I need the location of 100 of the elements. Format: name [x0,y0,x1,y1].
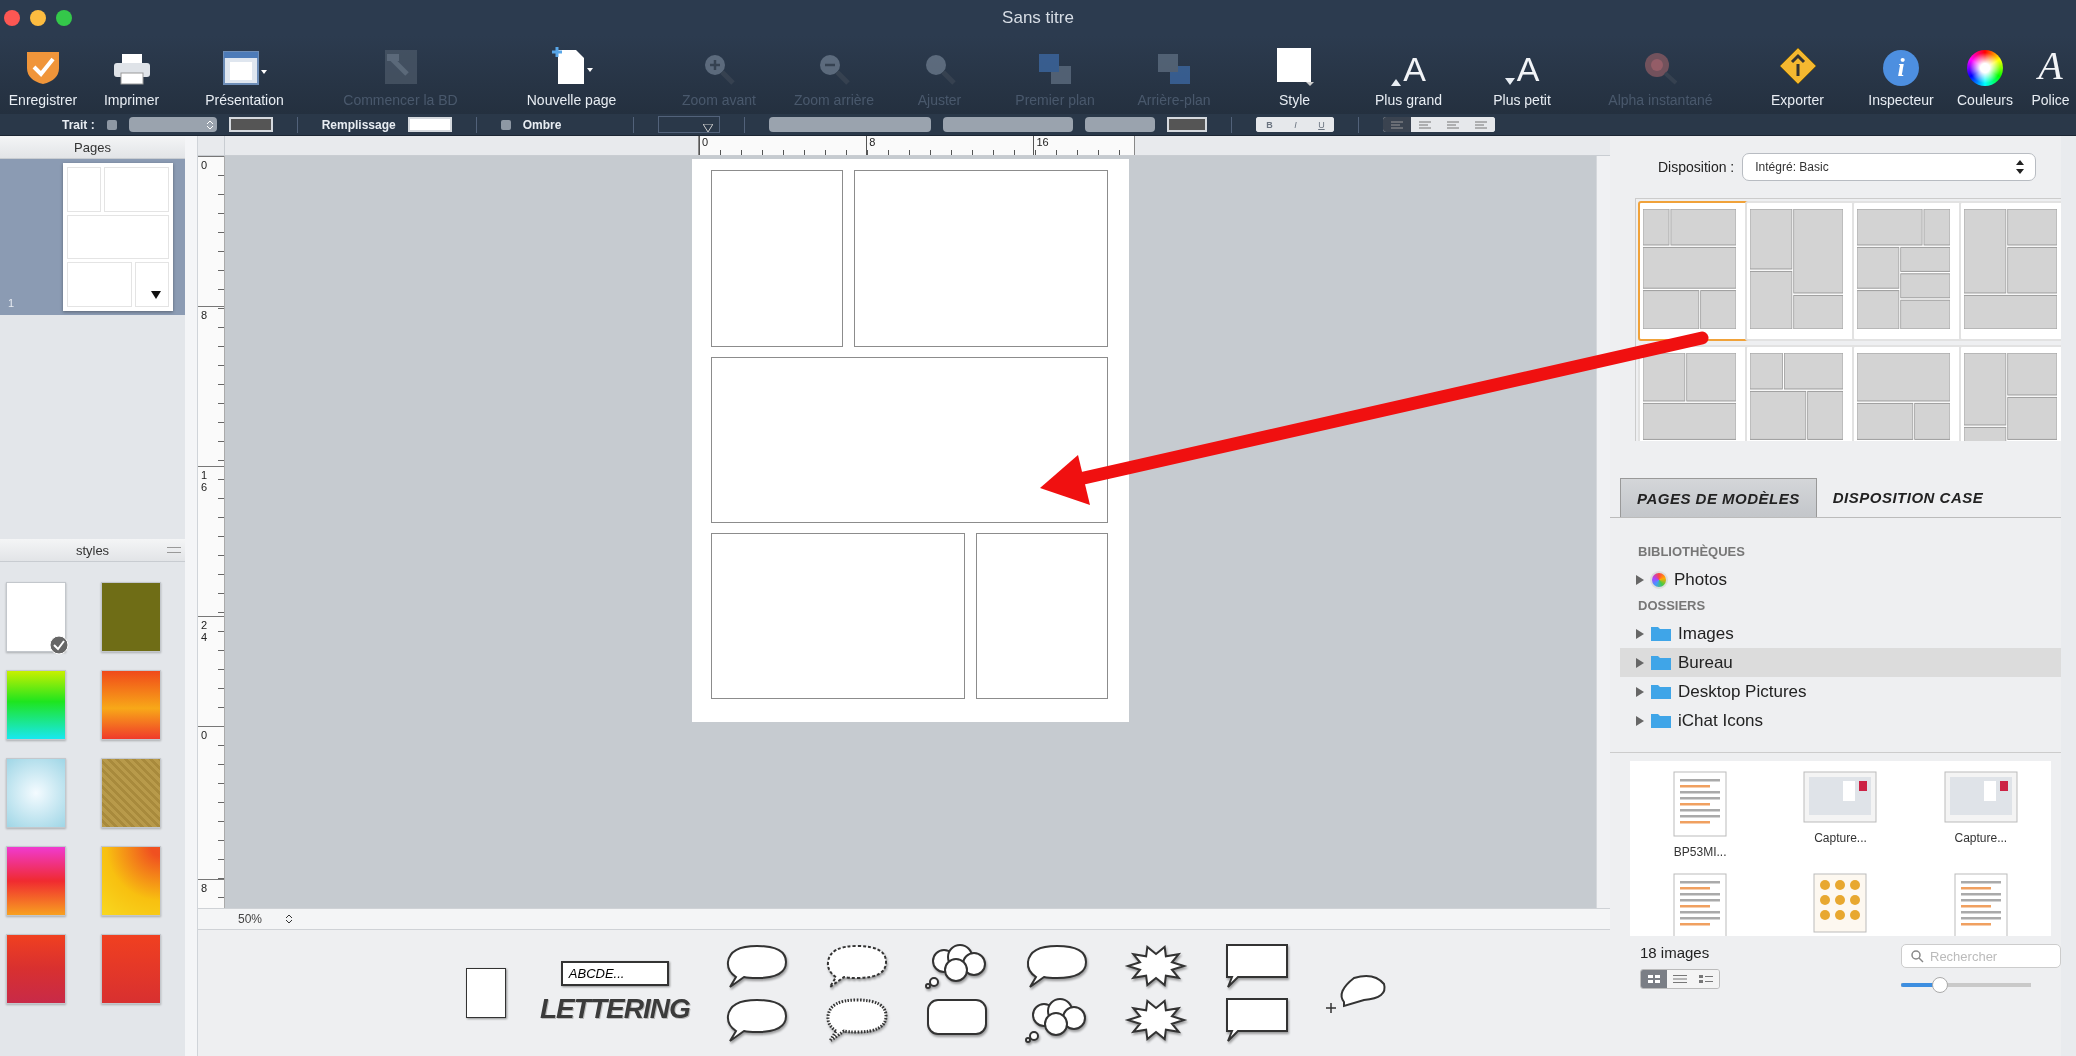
source-item[interactable]: Photos [1620,565,2061,594]
scrollbar[interactable] [1596,156,1610,908]
view-mode-button[interactable] [1693,970,1719,988]
updown-arrows-icon [2015,159,2026,175]
zoom-dropdown[interactable]: 50% [238,912,293,926]
toolbar-button[interactable]: Couleurs [1945,36,2025,114]
document-thumbnail[interactable] [1953,873,2008,936]
source-item[interactable]: Images [1620,619,2061,648]
folder-icon [1650,654,1672,671]
file-name: Capture... [1814,831,1867,845]
layout-dropdown[interactable]: Intégré: Basic [1742,153,2037,181]
align-icon [1419,120,1432,129]
thumbnail-panel [135,262,169,307]
speech-bubble-icon[interactable] [1223,943,1290,989]
view-mode-button[interactable] [1667,970,1693,988]
screenshot-thumbnail[interactable] [1943,771,2018,823]
font-size-stepper[interactable] [1085,117,1156,132]
source-item[interactable]: iChat Icons [1620,706,2061,735]
toolbar-button[interactable]: A Plus petit [1461,36,1583,114]
section-heading: BIBLIOTHÈQUES [1637,544,1746,559]
style-swatch[interactable] [6,846,66,916]
stroke-checkbox[interactable] [106,119,117,130]
text-color-well[interactable] [1167,117,1208,132]
shadow-checkbox[interactable] [500,119,511,130]
source-item[interactable]: Bureau [1620,648,2061,677]
style-swatch[interactable] [101,670,161,740]
document-thumbnail[interactable] [1673,873,1728,936]
square-icon [1274,46,1315,86]
toolbar-button[interactable]: Nouvelle page [489,36,654,114]
grid-view-icon [1647,974,1661,984]
folder-icon [1650,683,1672,700]
screenshot-thumbnail[interactable] [1803,771,1878,823]
toolbar-button[interactable]: Imprimer [86,36,177,114]
style-swatch[interactable] [6,934,66,1004]
style-swatch[interactable] [6,758,66,828]
grip-icon[interactable] [167,547,181,553]
document-thumbnail[interactable] [1813,873,1868,933]
toolbar-button[interactable]: Présentation [177,36,312,114]
layout-label: Disposition : [1658,159,1735,175]
window-control-icon[interactable] [4,10,20,26]
source-item[interactable]: Desktop Pictures [1620,677,2061,706]
align-icon [1475,120,1488,129]
view-mode-button[interactable] [1641,970,1667,988]
file-name: BP53MI... [1673,845,1727,859]
section-heading: DOSSIERS [1637,598,1707,613]
folder-icon [1650,712,1672,729]
style-swatch[interactable] [101,582,161,652]
stroke-color-well[interactable] [228,117,273,132]
shadow-label: Ombre [522,117,562,132]
align-icon [1447,120,1460,129]
window-control-icon[interactable] [56,10,72,26]
ruler-label: 8 [201,310,208,322]
thumbnail-panel [67,167,101,212]
window-icon [221,50,268,86]
ruler-label: 24 [201,620,208,644]
panel-title: Pages [74,139,111,155]
style-swatch[interactable] [6,582,66,652]
toolbar-button[interactable]: Enregistrer [0,36,86,114]
align-button[interactable] [1383,117,1412,132]
panel-tab[interactable]: DISPOSITION CASE [1816,478,2000,517]
color-wheel-icon [1967,50,2003,86]
toolbar-button[interactable]: Style [1233,36,1356,114]
text-box-shape[interactable]: ABCDE... [560,961,669,987]
toolbar-button[interactable]: Exporter [1738,36,1857,114]
fill-label: Remplissage [321,117,396,132]
check-icon [49,635,69,655]
toolbar-button[interactable]: A Police [2025,36,2076,114]
stepper-arrows-icon [206,119,213,130]
thumbnail-panel [67,262,133,307]
document-thumbnail[interactable] [1673,771,1728,837]
window-control-icon[interactable] [30,10,46,26]
caret-icon[interactable] [151,291,161,299]
style-swatch[interactable] [101,758,161,828]
toolbar-button[interactable]: i Inspecteur [1857,36,1945,114]
fill-color-well[interactable] [407,117,452,132]
panel-shape[interactable] [466,968,506,1018]
slider-thumb[interactable] [1932,977,1948,993]
toolbar-button[interactable]: A Plus grand [1356,36,1461,114]
ruler-label: 8 [201,883,208,895]
style-swatch[interactable] [6,670,66,740]
align-icon [1391,120,1404,129]
speech-bubble-icon[interactable] [1223,997,1290,1043]
lettering-shape[interactable]: LETTERING [540,994,690,1025]
speech-bubble-icon[interactable] [823,997,890,1043]
triangle-down-icon [703,124,714,132]
ruler-label: 0 [201,160,208,172]
signpost-icon [1777,46,1818,86]
style-swatch[interactable] [101,934,161,1004]
new-page-icon [549,46,594,86]
style-swatch[interactable] [101,846,161,916]
view-mode-switch[interactable] [1640,969,1720,989]
line-style-dropdown[interactable] [658,116,721,133]
panel-tab[interactable]: PAGES DE MODÈLES [1620,478,1817,517]
zoom-in-icon [702,52,736,86]
search-icon [1911,950,1924,963]
thumbnail-panel [103,167,169,212]
triangle-down-icon [1504,78,1515,86]
window-title: Sans titre [1002,8,1074,28]
file-name: Capture... [1954,831,2008,845]
search-field[interactable]: Rechercher [1901,944,2061,968]
